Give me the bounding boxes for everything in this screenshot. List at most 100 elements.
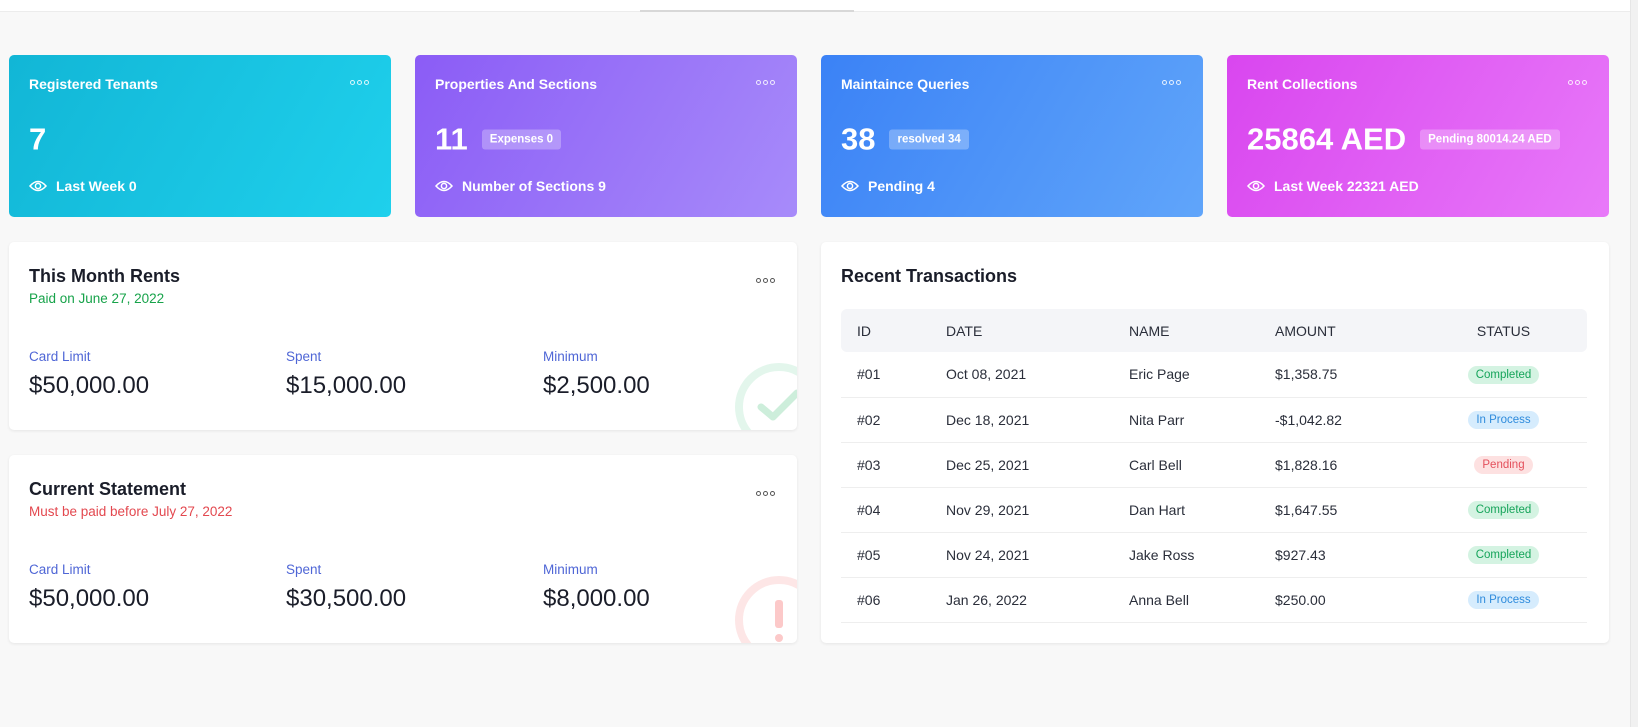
cell-id: #06 [841, 577, 930, 623]
spent-stat: Spent $15,000.00 [286, 349, 406, 400]
stat-card-title: Rent Collections [1247, 76, 1358, 92]
status-badge: In Process [1468, 411, 1539, 429]
panel-title: Current Statement [29, 479, 187, 499]
stat-card-title: Properties And Sections [435, 76, 598, 92]
cell-date: Jan 26, 2022 [930, 577, 1113, 623]
cell-date: Dec 25, 2021 [930, 442, 1113, 488]
status-badge: In Process [1468, 591, 1539, 609]
stat-card-footer: Pending 4 [868, 178, 935, 194]
stat-card-registered-tenants: Registered Tenants 7 Last Week 0 [9, 55, 391, 217]
card-limit-stat: Card Limit $50,000.00 [29, 562, 149, 613]
more-options-icon[interactable] [756, 491, 775, 496]
cell-date: Dec 18, 2021 [930, 397, 1113, 443]
more-options-icon[interactable] [1568, 80, 1587, 85]
spent-stat: Spent $30,500.00 [286, 562, 406, 613]
table-row[interactable]: #05 Nov 24, 2021 Jake Ross $927.43 Compl… [841, 532, 1587, 578]
card-limit-stat: Card Limit $50,000.00 [29, 349, 149, 400]
cell-amount: $1,647.55 [1259, 487, 1420, 533]
stat-value: $50,000.00 [29, 585, 150, 612]
stat-card-footer: Last Week 22321 AED [1274, 178, 1419, 194]
stat-card-title: Registered Tenants [29, 76, 158, 92]
stat-card-value: 7 [29, 121, 47, 157]
table-row[interactable]: #02 Dec 18, 2021 Nita Parr -$1,042.82 In… [841, 397, 1587, 443]
vertical-scrollbar[interactable] [1630, 0, 1638, 727]
cell-name: Dan Hart [1113, 487, 1259, 533]
stat-label: Spent [286, 349, 322, 364]
eye-icon [1247, 180, 1265, 192]
panel-subtitle: Must be paid before July 27, 2022 [29, 504, 233, 519]
transactions-table: ID DATE NAME AMOUNT STATUS #01 Oct 08, 2… [841, 309, 1587, 623]
table-row[interactable]: #06 Jan 26, 2022 Anna Bell $250.00 In Pr… [841, 577, 1587, 623]
cell-name: Nita Parr [1113, 397, 1259, 443]
column-header-status[interactable]: STATUS [1420, 309, 1587, 352]
panel-title: This Month Rents [29, 266, 180, 286]
stat-value: $8,000.00 [543, 585, 650, 612]
more-options-icon[interactable] [756, 278, 775, 283]
stat-label: Card Limit [29, 349, 91, 364]
stat-label: Spent [286, 562, 322, 577]
cell-name: Jake Ross [1113, 532, 1259, 578]
table-row[interactable]: #04 Nov 29, 2021 Dan Hart $1,647.55 Comp… [841, 487, 1587, 533]
top-bar [0, 0, 1638, 12]
stat-card-badge: Expenses 0 [481, 129, 562, 149]
stat-card-value: 11 [435, 121, 468, 157]
stat-card-badge: resolved 34 [889, 129, 969, 149]
more-options-icon[interactable] [756, 80, 775, 85]
column-header-name[interactable]: NAME [1113, 309, 1259, 352]
cell-name: Carl Bell [1113, 442, 1259, 488]
minimum-stat: Minimum $8,000.00 [543, 562, 650, 613]
eye-icon [29, 180, 47, 192]
current-statement-panel: Current Statement Must be paid before Ju… [9, 455, 797, 643]
this-month-rents-panel: This Month Rents Paid on June 27, 2022 C… [9, 242, 797, 430]
table-row[interactable]: #03 Dec 25, 2021 Carl Bell $1,828.16 Pen… [841, 442, 1587, 488]
cell-id: #04 [841, 487, 930, 533]
check-circle-icon [735, 363, 797, 430]
active-tab-indicator [640, 10, 854, 12]
stat-label: Minimum [543, 349, 598, 364]
column-header-amount[interactable]: AMOUNT [1259, 309, 1420, 352]
stat-value: $50,000.00 [29, 372, 150, 399]
status-badge: Pending [1474, 456, 1533, 474]
cell-id: #03 [841, 442, 930, 488]
panel-title: Recent Transactions [841, 266, 1018, 286]
column-header-date[interactable]: DATE [930, 309, 1113, 352]
status-badge: Completed [1467, 546, 1540, 564]
stat-value: $2,500.00 [543, 372, 650, 399]
more-options-icon[interactable] [350, 80, 369, 85]
cell-date: Nov 29, 2021 [930, 487, 1113, 533]
minimum-stat: Minimum $2,500.00 [543, 349, 650, 400]
cell-name: Eric Page [1113, 352, 1259, 398]
stat-card-properties: Properties And Sections 11 Expenses 0 Nu… [415, 55, 797, 217]
cell-amount: $1,358.75 [1259, 352, 1420, 398]
stat-value: $15,000.00 [286, 372, 407, 399]
stat-label: Card Limit [29, 562, 91, 577]
status-badge: Completed [1467, 501, 1540, 519]
eye-icon [841, 180, 859, 192]
status-badge: Completed [1467, 365, 1540, 384]
cell-amount: $1,828.16 [1259, 442, 1420, 488]
stat-card-footer: Last Week 0 [56, 178, 137, 194]
panel-subtitle: Paid on June 27, 2022 [29, 291, 165, 306]
eye-icon [435, 180, 453, 192]
stat-card-value: 38 [841, 121, 876, 157]
stat-card-maintenance: Maintaince Queries 38 resolved 34 Pendin… [821, 55, 1203, 217]
cell-id: #05 [841, 532, 930, 578]
recent-transactions-panel: Recent Transactions ID DATE NAME AMOUNT … [821, 242, 1609, 643]
table-row[interactable]: #01 Oct 08, 2021 Eric Page $1,358.75 Com… [841, 352, 1587, 398]
stat-card-footer: Number of Sections 9 [462, 178, 606, 194]
stat-value: $30,500.00 [286, 585, 407, 612]
table-header-row: ID DATE NAME AMOUNT STATUS [841, 309, 1587, 352]
cell-id: #01 [841, 352, 930, 398]
cell-id: #02 [841, 397, 930, 443]
cell-date: Oct 08, 2021 [930, 352, 1113, 398]
cell-amount: -$1,042.82 [1259, 397, 1420, 443]
column-header-id[interactable]: ID [841, 309, 930, 352]
cell-amount: $927.43 [1259, 532, 1420, 578]
stat-card-value: 25864 AED [1247, 121, 1407, 157]
cell-amount: $250.00 [1259, 577, 1420, 623]
alert-circle-icon [735, 576, 797, 643]
stat-card-badge: Pending 80014.24 AED [1420, 129, 1560, 149]
stat-label: Minimum [543, 562, 598, 577]
more-options-icon[interactable] [1162, 80, 1181, 85]
stat-card-title: Maintaince Queries [841, 76, 970, 92]
